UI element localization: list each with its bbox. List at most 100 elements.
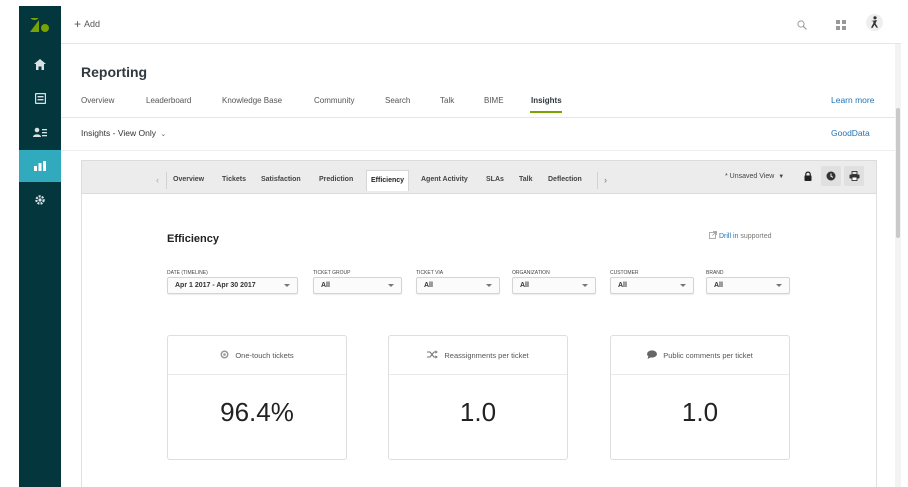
caret-down-icon xyxy=(582,284,588,287)
drill-in-suffix: supported xyxy=(740,233,772,240)
chevron-down-icon: ⌄ xyxy=(160,131,167,138)
filter-label-organization: ORGANIZATION xyxy=(512,270,550,276)
kpi-value: 1.0 xyxy=(681,397,719,427)
admin-nav-button[interactable] xyxy=(19,184,61,216)
caret-down-icon xyxy=(388,284,394,287)
filter-date-value: Apr 1 2017 - Apr 30 2017 xyxy=(175,282,256,289)
saved-view-selector[interactable]: * Unsaved View ▼ xyxy=(725,173,784,180)
kpi-title: Reassignments per ticket xyxy=(444,350,529,360)
top-bar: + Add xyxy=(61,6,901,44)
caret-down-icon: ▼ xyxy=(778,174,785,180)
add-button[interactable]: + Add xyxy=(74,16,101,31)
filter-label-ticket-via: TICKET VIA xyxy=(416,270,444,276)
dashboard-tab-prediction[interactable]: Prediction xyxy=(319,176,353,183)
caret-down-icon xyxy=(680,284,686,287)
filter-ticket-via-value: All xyxy=(424,282,433,289)
comment-icon xyxy=(647,349,658,361)
dashboard-tab-satisfaction[interactable]: Satisfaction xyxy=(261,176,301,183)
print-icon[interactable] xyxy=(844,166,864,186)
filter-ticket-via-select[interactable]: All xyxy=(416,277,500,294)
views-nav-button[interactable] xyxy=(19,82,61,114)
reporting-nav-button[interactable] xyxy=(19,150,61,182)
caret-down-icon xyxy=(776,284,782,287)
dashboard-tab-agent-activity[interactable]: Agent Activity xyxy=(421,176,468,183)
dashboard-tab-talk[interactable]: Talk xyxy=(519,176,533,183)
kpi-card-reassignments[interactable]: Reassignments per ticket 1.0 xyxy=(388,335,568,460)
kpi-title: Public comments per ticket xyxy=(663,350,753,360)
dashboard-tab-tickets[interactable]: Tickets xyxy=(222,176,246,183)
filter-customer-value: All xyxy=(618,282,627,289)
dashboard-tab-slas[interactable]: SLAs xyxy=(486,176,504,183)
dashboard-tab-overview[interactable]: Overview xyxy=(173,176,204,183)
external-link-icon xyxy=(709,231,719,240)
plus-icon: + xyxy=(74,16,82,31)
home-icon xyxy=(34,58,46,70)
users-icon xyxy=(33,127,47,137)
filter-label-brand: BRAND xyxy=(706,270,724,276)
kpi-card-public-comments[interactable]: Public comments per ticket 1.0 xyxy=(610,335,790,460)
tab-talk[interactable]: Talk xyxy=(440,96,454,105)
caret-down-icon xyxy=(486,284,492,287)
left-nav xyxy=(19,6,61,487)
filter-label-customer: CUSTOMER xyxy=(610,270,639,276)
filter-customer-select[interactable]: All xyxy=(610,277,694,294)
tab-leaderboard[interactable]: Leaderboard xyxy=(146,96,191,105)
gooddata-link[interactable]: GoodData xyxy=(831,128,870,138)
dashboard-tab-deflection[interactable]: Deflection xyxy=(548,176,582,183)
caret-down-icon xyxy=(284,284,290,287)
search-icon[interactable] xyxy=(797,17,807,35)
schedule-clock-icon[interactable] xyxy=(821,166,841,186)
learn-more-link[interactable]: Learn more xyxy=(831,95,874,105)
gear-icon xyxy=(34,194,46,206)
dashboard-title: Efficiency xyxy=(167,233,219,245)
filter-organization-value: All xyxy=(520,282,529,289)
divider xyxy=(61,150,895,151)
view-selector[interactable]: Insights - View Only ⌄ xyxy=(81,128,166,138)
kpi-value: 1.0 xyxy=(459,397,497,427)
active-tab-indicator xyxy=(530,111,562,113)
drill-in-link[interactable]: Drill in xyxy=(719,233,738,240)
scroll-tabs-right-icon[interactable]: › xyxy=(604,175,607,185)
dashboard-tab-efficiency[interactable]: Efficiency xyxy=(366,170,410,191)
view-selector-label: Insights - View Only xyxy=(81,128,156,138)
scroll-tabs-left-icon[interactable]: ‹ xyxy=(156,175,159,185)
customers-nav-button[interactable] xyxy=(19,116,61,148)
divider xyxy=(61,117,895,118)
shuffle-icon xyxy=(427,349,439,361)
tab-search[interactable]: Search xyxy=(385,96,410,105)
kpi-card-header: Public comments per ticket xyxy=(611,336,789,375)
kpi-value: 96.4% xyxy=(220,397,294,427)
filter-brand-value: All xyxy=(714,282,723,289)
lock-icon[interactable] xyxy=(798,166,818,186)
tab-insights[interactable]: Insights xyxy=(531,96,562,105)
filter-brand-select[interactable]: All xyxy=(706,277,790,294)
page-title: Reporting xyxy=(81,64,148,80)
saved-view-label: * Unsaved View xyxy=(725,173,775,180)
zendesk-logo-icon[interactable] xyxy=(30,16,50,32)
drill-in-notice: Drill in supported xyxy=(709,231,772,240)
kpi-title: One-touch tickets xyxy=(235,350,294,360)
target-icon xyxy=(220,350,229,361)
tab-separator xyxy=(597,172,598,189)
tab-knowledge-base[interactable]: Knowledge Base xyxy=(222,96,282,105)
filter-ticket-group-value: All xyxy=(321,282,330,289)
tab-bime[interactable]: BIME xyxy=(484,96,504,105)
tab-overview[interactable]: Overview xyxy=(81,96,114,105)
filter-organization-select[interactable]: All xyxy=(512,277,596,294)
tab-separator xyxy=(166,172,167,189)
user-avatar[interactable] xyxy=(866,14,883,36)
kpi-card-one-touch[interactable]: One-touch tickets 96.4% xyxy=(167,335,347,460)
page-scrollbar-thumb[interactable] xyxy=(896,108,900,238)
filter-date-select[interactable]: Apr 1 2017 - Apr 30 2017 xyxy=(167,277,298,294)
filter-ticket-group-select[interactable]: All xyxy=(313,277,402,294)
home-nav-button[interactable] xyxy=(19,48,61,80)
kpi-card-header: One-touch tickets xyxy=(168,336,346,375)
bar-chart-icon xyxy=(34,161,46,171)
filter-label-date: DATE (TIMELINE) xyxy=(167,270,208,276)
add-button-label: Add xyxy=(84,19,101,29)
kpi-card-header: Reassignments per ticket xyxy=(389,336,567,375)
inbox-icon xyxy=(34,92,46,104)
apps-grid-icon[interactable] xyxy=(836,17,846,35)
tab-community[interactable]: Community xyxy=(314,96,354,105)
filter-label-ticket-group: TICKET GROUP xyxy=(313,270,351,276)
